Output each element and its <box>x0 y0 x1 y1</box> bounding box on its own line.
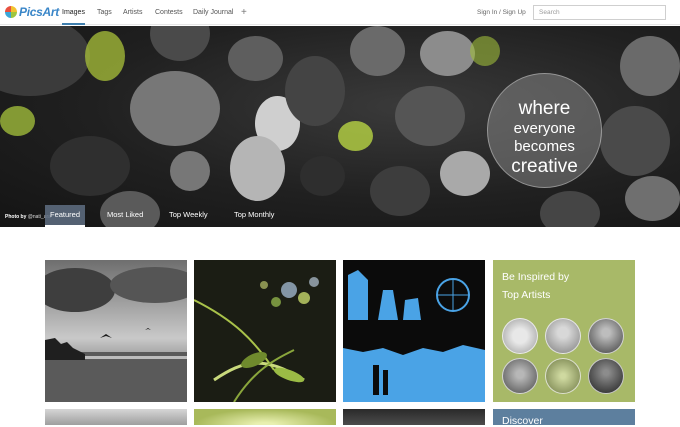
slogan-line-2: everyone <box>513 120 576 137</box>
artist-avatar-5[interactable] <box>545 358 581 394</box>
artist-avatar-4[interactable] <box>502 358 538 394</box>
nav-artists[interactable]: Artists <box>123 0 142 25</box>
search-input[interactable] <box>533 5 666 20</box>
top-artists-title: Be Inspired by Top Artists <box>502 268 569 304</box>
tab-top-monthly[interactable]: Top Monthly <box>229 205 279 227</box>
top-navigation: PicsArt Images Tags Artists Contests Dai… <box>0 0 680 25</box>
logo-text: PicsArt <box>19 5 59 19</box>
artist-avatar-1[interactable] <box>502 318 538 354</box>
amusement-park-image <box>343 260 485 402</box>
photo-credit-prefix: Photo by <box>5 214 27 220</box>
top-artists-title-line-2: Top Artists <box>502 289 551 301</box>
slogan-line-1: where <box>518 98 571 119</box>
artist-avatar-2[interactable] <box>545 318 581 354</box>
plant-image <box>194 260 336 402</box>
signin-link[interactable]: Sign In / Sign Up <box>477 0 526 25</box>
tab-most-liked[interactable]: Most Liked <box>102 205 148 227</box>
image-tile-seascape[interactable] <box>45 260 187 402</box>
slogan-line-4: creative <box>511 156 578 177</box>
image-tile-row2-1[interactable] <box>45 409 187 425</box>
image-tile-row2-2[interactable] <box>194 409 336 425</box>
image-tile-amusement-park[interactable] <box>343 260 485 402</box>
image-tile-row2-3[interactable] <box>343 409 485 425</box>
discover-card[interactable]: Discover <box>493 409 635 427</box>
nav-tags[interactable]: Tags <box>97 0 112 25</box>
image-tile-plant[interactable] <box>194 260 336 402</box>
slogan-badge: where everyone becomes creative <box>487 73 602 188</box>
nav-contests[interactable]: Contests <box>155 0 183 25</box>
slogan-line-3: becomes <box>514 138 575 155</box>
nav-add-button[interactable]: + <box>241 0 247 25</box>
artist-avatar-3[interactable] <box>588 318 624 354</box>
discover-title: Discover <box>502 415 543 427</box>
top-artists-title-line-1: Be Inspired by <box>502 271 570 283</box>
seascape-image <box>45 260 187 402</box>
hero-banner: where everyone becomes creative Photo by… <box>0 26 680 227</box>
tab-featured[interactable]: Featured <box>45 205 86 227</box>
logo-mark-icon <box>5 6 17 18</box>
top-artists-card[interactable]: Be Inspired by Top Artists <box>493 260 635 402</box>
artist-avatar-6[interactable] <box>588 358 624 394</box>
tab-top-weekly[interactable]: Top Weekly <box>164 205 213 227</box>
picsart-logo[interactable]: PicsArt <box>5 4 59 20</box>
nav-images[interactable]: Images <box>62 0 85 25</box>
nav-daily-journal[interactable]: Daily Journal <box>193 0 233 25</box>
